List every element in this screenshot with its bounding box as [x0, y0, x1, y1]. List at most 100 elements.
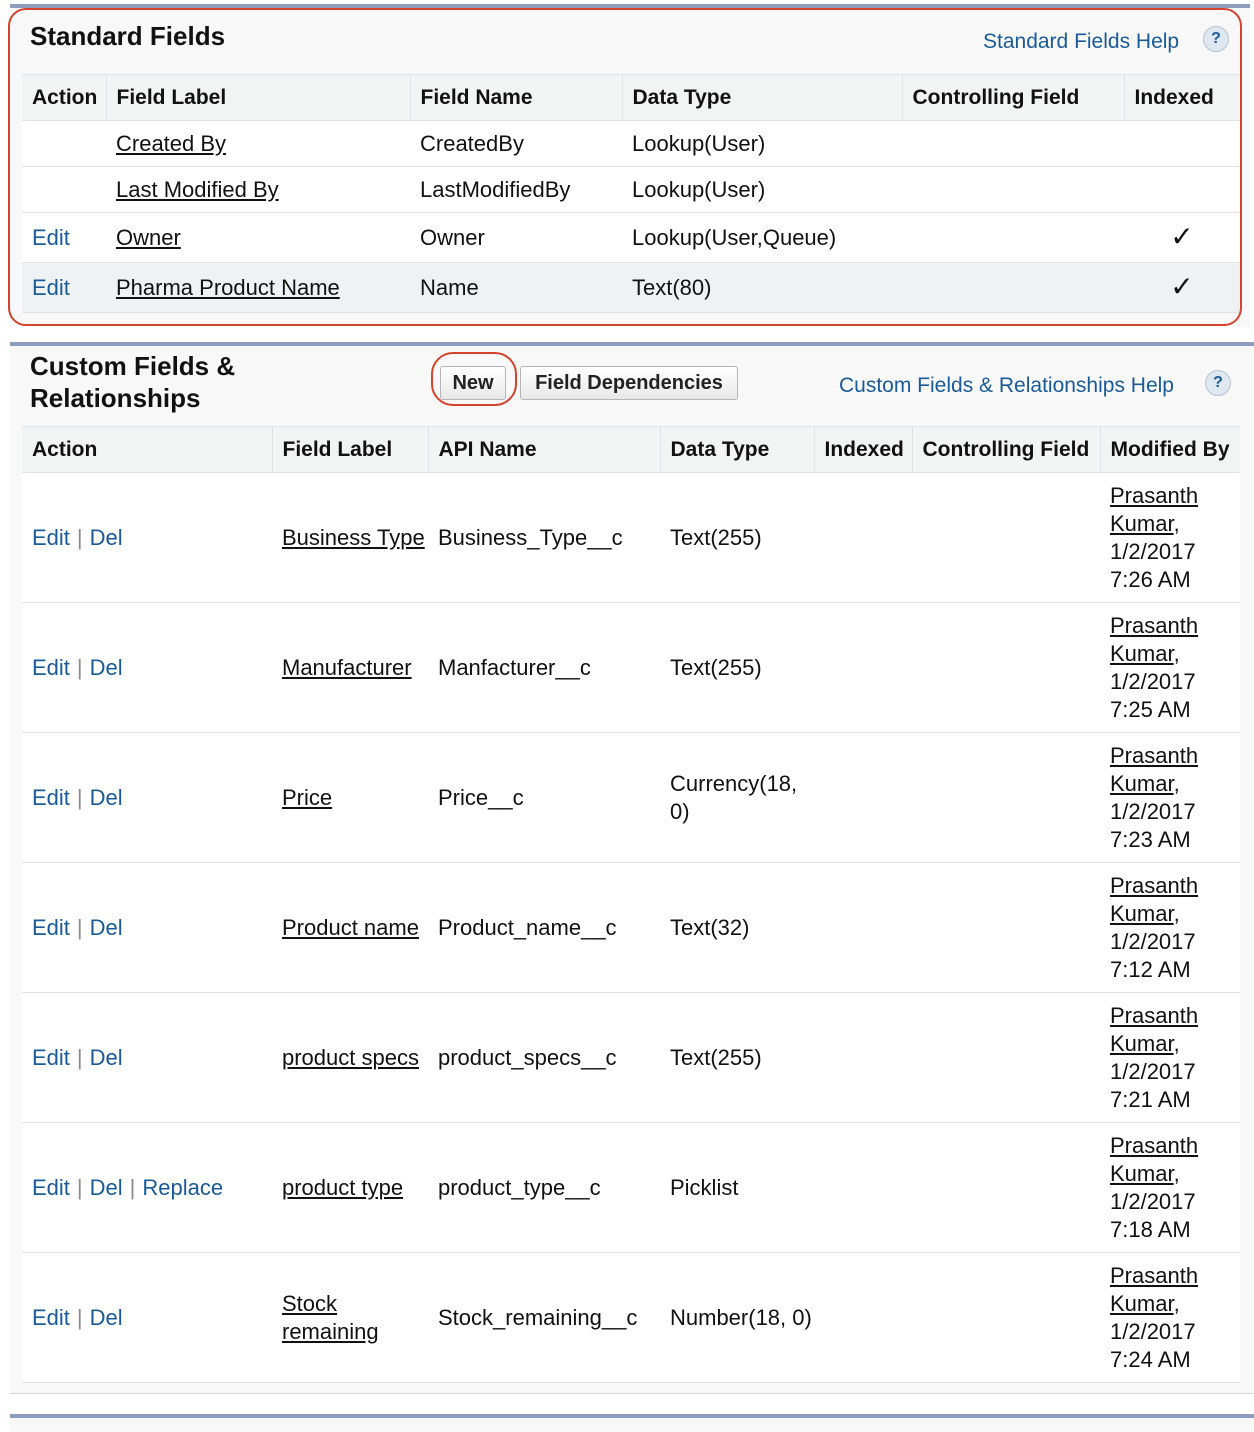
edit-link[interactable]: Edit	[32, 1305, 70, 1330]
action-cell: Edit | Del	[22, 602, 272, 733]
comma: ,	[1173, 900, 1180, 926]
field-label-link[interactable]: Business Type	[282, 525, 425, 550]
column-header: API Name	[428, 426, 661, 473]
edit-link[interactable]: Edit	[32, 785, 70, 810]
modified-by-cell: Prasanth Kumar, 1/2/2017 7:21 AM	[1100, 992, 1240, 1123]
field-label-link[interactable]: product specs	[282, 1045, 419, 1070]
delete-link[interactable]: Del	[90, 785, 123, 810]
column-header: Field Label	[106, 74, 411, 121]
comma: ,	[1173, 640, 1180, 666]
edit-link[interactable]: Edit	[32, 525, 70, 550]
field-label-link[interactable]: Price	[282, 785, 332, 810]
modified-by-user-link[interactable]: Prasanth Kumar	[1110, 483, 1198, 536]
modified-date: 1/2/2017 7:12 AM	[1110, 928, 1196, 982]
modified-by-user-link[interactable]: Prasanth Kumar	[1110, 613, 1198, 666]
field-dependencies-button[interactable]: Field Dependencies	[520, 366, 738, 400]
modified-by-cell: Prasanth Kumar, 1/2/2017 7:26 AM	[1100, 472, 1240, 603]
modified-by-user-link[interactable]: Prasanth Kumar	[1110, 743, 1198, 796]
delete-link[interactable]: Del	[90, 1305, 123, 1330]
action-cell: Edit | Del	[22, 472, 272, 603]
replace-link[interactable]: Replace	[142, 1175, 223, 1200]
edit-link[interactable]: Edit	[32, 1175, 70, 1200]
field-label-cell: Owner	[106, 212, 410, 263]
delete-link[interactable]: Del	[90, 525, 123, 550]
separator: |	[76, 654, 83, 680]
action-cell	[22, 166, 106, 213]
field-label-link[interactable]: Pharma Product Name	[116, 275, 340, 300]
indexed-cell	[814, 472, 912, 603]
edit-link[interactable]: Edit	[32, 655, 70, 680]
help-icon[interactable]: ?	[1205, 370, 1231, 396]
table-row: Edit | Del Business Type Business_Type__c Tex…	[22, 472, 1240, 603]
field-label-link[interactable]: Manufacturer	[282, 655, 412, 680]
edit-link[interactable]: Edit	[32, 915, 70, 940]
column-header: Field Name	[410, 74, 623, 121]
checkmark-icon: ✓	[1170, 220, 1194, 252]
table-header-row: Action Field Label API Name Data Type In…	[22, 426, 1240, 473]
delete-link[interactable]: Del	[90, 1045, 123, 1070]
field-label-cell: Created By	[106, 120, 410, 167]
comma: ,	[1173, 1290, 1180, 1316]
help-icon[interactable]: ?	[1203, 26, 1229, 52]
field-label-link[interactable]: Product name	[282, 915, 419, 940]
column-header: Data Type	[622, 74, 903, 121]
modified-date: 1/2/2017 7:21 AM	[1110, 1058, 1196, 1112]
action-cell: Edit	[22, 212, 106, 263]
field-name-cell: Owner	[410, 212, 622, 263]
indexed-cell	[814, 1252, 912, 1383]
indexed-cell	[1124, 120, 1240, 167]
api-name-cell: Manfacturer__c	[428, 602, 660, 733]
field-label-cell: Pharma Product Name	[106, 262, 410, 313]
modified-by-user-link[interactable]: Prasanth Kumar	[1110, 1133, 1198, 1186]
data-type-cell: Lookup(User)	[622, 166, 902, 213]
modified-by-user-link[interactable]: Prasanth Kumar	[1110, 873, 1198, 926]
edit-link[interactable]: Edit	[32, 1045, 70, 1070]
data-type-cell: Lookup(User)	[622, 120, 902, 167]
controlling-field-cell	[912, 1252, 1100, 1383]
api-name-cell: Stock_remaining__c	[428, 1252, 660, 1383]
next-section-header	[10, 1414, 1254, 1432]
column-header: Controlling Field	[912, 426, 1101, 473]
field-label-cell: product specs	[272, 992, 428, 1123]
custom-fields-help-link[interactable]: Custom Fields & Relationships Help	[839, 374, 1174, 398]
field-label-cell: Stock remaining	[272, 1252, 428, 1383]
table-row: Created By CreatedBy Lookup(User)	[22, 120, 1240, 167]
standard-fields-section: Standard Fields Standard Fields Help ? A…	[10, 4, 1250, 326]
edit-link[interactable]: Edit	[32, 275, 70, 300]
controlling-field-cell	[912, 472, 1100, 603]
field-label-link[interactable]: Stock remaining	[282, 1291, 379, 1344]
new-field-button[interactable]: New	[440, 366, 506, 400]
delete-link[interactable]: Del	[90, 655, 123, 680]
indexed-cell	[814, 862, 912, 993]
table-row: Edit | Del product specs product_specs__c Tex…	[22, 992, 1240, 1123]
indexed-cell	[1124, 166, 1240, 213]
edit-link[interactable]: Edit	[32, 225, 70, 250]
data-type-cell: Lookup(User,Queue)	[622, 212, 902, 263]
standard-fields-help-link[interactable]: Standard Fields Help	[983, 30, 1179, 54]
api-name-cell: Product_name__c	[428, 862, 660, 993]
field-label-link[interactable]: Owner	[116, 225, 181, 250]
separator: |	[76, 1044, 83, 1070]
table-header-row: Action Field Label Field Name Data Type …	[22, 74, 1240, 121]
controlling-field-cell	[912, 862, 1100, 993]
modified-date: 1/2/2017 7:26 AM	[1110, 538, 1196, 592]
delete-link[interactable]: Del	[90, 1175, 123, 1200]
indexed-cell	[814, 1122, 912, 1253]
controlling-field-cell	[912, 602, 1100, 733]
field-label-link[interactable]: product type	[282, 1175, 403, 1200]
modified-by-user-link[interactable]: Prasanth Kumar	[1110, 1003, 1198, 1056]
action-cell: Edit | Del	[22, 992, 272, 1123]
standard-fields-title: Standard Fields	[30, 21, 226, 51]
delete-link[interactable]: Del	[90, 915, 123, 940]
indexed-cell	[814, 992, 912, 1123]
separator: |	[76, 914, 83, 940]
modified-by-user-link[interactable]: Prasanth Kumar	[1110, 1263, 1198, 1316]
modified-date: 1/2/2017 7:24 AM	[1110, 1318, 1196, 1372]
field-name-cell: LastModifiedBy	[410, 166, 622, 213]
data-type-cell: Text(80)	[622, 262, 902, 313]
custom-fields-title-line2: Relationships	[30, 383, 201, 413]
field-label-link[interactable]: Last Modified By	[116, 177, 279, 202]
separator: |	[76, 784, 83, 810]
field-label-link[interactable]: Created By	[116, 131, 226, 156]
table-row: Edit Owner Owner Lookup(User,Queue) ✓	[22, 212, 1240, 263]
